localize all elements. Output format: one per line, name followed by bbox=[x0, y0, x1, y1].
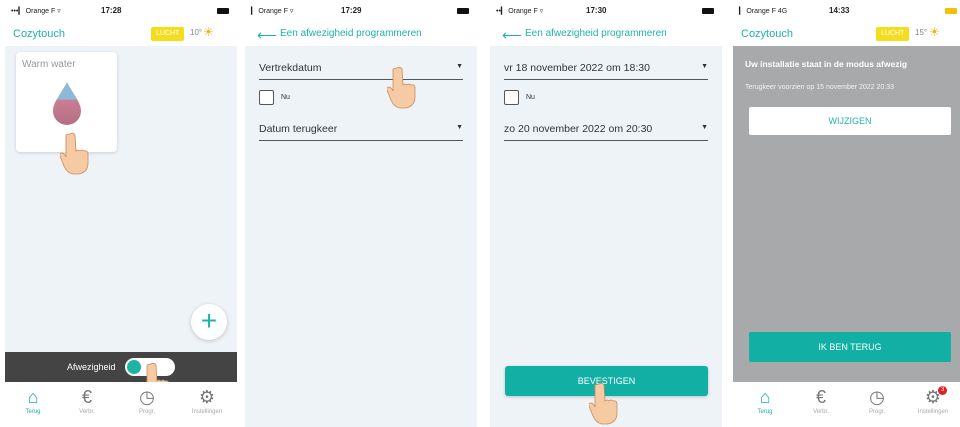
status-bar: ••▎ Orange F ▿ 17:30 bbox=[490, 0, 722, 22]
chevron-down-icon: ▼ bbox=[456, 124, 463, 131]
now-label: Nu bbox=[281, 94, 290, 101]
euro-icon: € bbox=[81, 387, 92, 407]
away-message: Uw installatie staat in de modus afwezig bbox=[745, 59, 908, 69]
page-title: Een afwezigheid programmeren bbox=[280, 28, 422, 39]
nav-label: Verbr. bbox=[79, 409, 95, 415]
nav-progr[interactable]: ◷ Progr. bbox=[853, 386, 901, 415]
departure-date-select[interactable]: vr 18 november 2022 om 18:30 ▼ bbox=[504, 58, 708, 80]
schedule-form: Vertrekdatum ▼ Nu Datum terugkeer ▼ bbox=[245, 46, 477, 427]
return-date-value: zo 20 november 2022 om 20:30 bbox=[504, 123, 653, 135]
return-date-value: Datum terugkeer bbox=[259, 123, 338, 135]
return-note: Terugkeer voorzien op 15 november 2022 2… bbox=[745, 84, 895, 91]
clock: 17:30 bbox=[586, 6, 607, 15]
hand-pointer-icon bbox=[387, 66, 416, 109]
clock: 14:33 bbox=[829, 6, 850, 15]
carrier-label: ▎ Orange F ▿ bbox=[251, 8, 294, 15]
clock-icon: ◷ bbox=[139, 387, 155, 407]
back-arrow-icon[interactable]: ⟵ bbox=[257, 27, 277, 44]
away-label: Afwezigheid bbox=[67, 362, 116, 372]
home-content: Warm water + Afwezigheid ⌂ Terug € Verbr… bbox=[5, 46, 237, 427]
departure-date-value: vr 18 november 2022 om 18:30 bbox=[504, 62, 650, 74]
return-date-select[interactable]: Datum terugkeer ▼ bbox=[259, 119, 463, 141]
now-checkbox[interactable] bbox=[259, 90, 274, 105]
chevron-down-icon: ▼ bbox=[701, 63, 708, 70]
schedule-form: vr 18 november 2022 om 18:30 ▼ Nu zo 20 … bbox=[490, 46, 722, 427]
nav-verbr[interactable]: € Verbr. bbox=[63, 386, 111, 415]
bottom-nav: ⌂ Terug € Verbr. ◷ Progr. ⚙ 3 Instelling… bbox=[733, 382, 960, 427]
app-header: Cozytouch LUCHT 10° ☀ bbox=[5, 22, 237, 46]
notification-badge: 3 bbox=[938, 386, 947, 395]
hand-pointer-icon bbox=[589, 382, 618, 425]
battery-icon bbox=[945, 8, 957, 14]
bottom-nav: ⌂ Terug € Verbr. ◷ Progr. ⚙ Instellingen bbox=[5, 382, 237, 427]
app-header: ⟵ Een afwezigheid programmeren bbox=[490, 22, 722, 46]
sun-cloud-icon: ☀ bbox=[203, 25, 214, 39]
now-label: Nu bbox=[526, 94, 535, 101]
screen-away-mode: ▎ Orange F 4G 14:33 Cozytouch LUCHT 15° … bbox=[733, 0, 960, 427]
nav-terug[interactable]: ⌂ Terug bbox=[9, 386, 57, 415]
home-icon: ⌂ bbox=[759, 387, 771, 407]
screen-schedule-filled: ••▎ Orange F ▿ 17:30 ⟵ Een afwezigheid p… bbox=[490, 0, 722, 427]
hand-pointer-icon bbox=[60, 132, 89, 175]
lucht-badge[interactable]: LUCHT bbox=[876, 27, 910, 41]
carrier-label: ••▎ Orange F ▿ bbox=[496, 8, 544, 15]
battery-icon bbox=[457, 8, 469, 14]
clock: 17:28 bbox=[101, 6, 122, 15]
nav-progr[interactable]: ◷ Progr. bbox=[123, 386, 171, 415]
nav-label: Progr. bbox=[868, 409, 885, 415]
add-button[interactable]: + bbox=[191, 304, 227, 340]
app-header: ⟵ Een afwezigheid programmeren bbox=[245, 22, 477, 46]
app-title: Cozytouch bbox=[13, 28, 65, 40]
nav-label: Instellingen bbox=[917, 409, 949, 415]
away-bar: Afwezigheid bbox=[5, 352, 237, 382]
home-icon: ⌂ bbox=[27, 387, 39, 407]
change-button[interactable]: WIJZIGEN bbox=[749, 107, 951, 135]
euro-icon: € bbox=[815, 387, 826, 407]
screen-schedule-empty: ▎ Orange F ▿ 17:29 ⟵ Een afwezigheid pro… bbox=[245, 0, 477, 427]
card-label: Warm water bbox=[22, 59, 76, 70]
status-bar: ▎ Orange F 4G 14:33 bbox=[733, 0, 960, 22]
outdoor-temp: 15° bbox=[915, 28, 928, 37]
now-checkbox[interactable] bbox=[504, 90, 519, 105]
nav-label: Terug bbox=[757, 409, 773, 415]
nav-label: Verbr. bbox=[813, 409, 829, 415]
nav-instellingen[interactable]: ⚙ Instellingen bbox=[183, 386, 231, 415]
screen-home: •••▎ Orange F ▿ 17:28 Cozytouch LUCHT 10… bbox=[5, 0, 237, 427]
battery-icon bbox=[217, 8, 229, 14]
carrier-label: •••▎ Orange F ▿ bbox=[11, 8, 61, 15]
back-arrow-icon[interactable]: ⟵ bbox=[502, 27, 522, 44]
app-title: Cozytouch bbox=[741, 28, 793, 40]
status-bar: ▎ Orange F ▿ 17:29 bbox=[245, 0, 477, 22]
nav-label: Terug bbox=[25, 409, 41, 415]
nav-label: Progr. bbox=[138, 409, 155, 415]
back-home-button[interactable]: IK BEN TERUG bbox=[749, 332, 951, 362]
battery-icon bbox=[702, 8, 714, 14]
nav-terug[interactable]: ⌂ Terug bbox=[741, 386, 789, 415]
water-drop-icon bbox=[53, 82, 81, 125]
clock: 17:29 bbox=[341, 6, 362, 15]
carrier-label: ▎ Orange F 4G bbox=[739, 8, 788, 15]
gear-icon: ⚙ bbox=[198, 387, 216, 407]
outdoor-temp: 10° bbox=[190, 28, 203, 37]
sun-cloud-icon: ☀ bbox=[929, 25, 940, 39]
status-bar: •••▎ Orange F ▿ 17:28 bbox=[5, 0, 237, 22]
gear-icon: ⚙ bbox=[924, 387, 942, 407]
page-title: Een afwezigheid programmeren bbox=[525, 28, 667, 39]
departure-date-value: Vertrekdatum bbox=[259, 62, 322, 74]
nav-label: Instellingen bbox=[191, 409, 223, 415]
departure-date-select[interactable]: Vertrekdatum ▼ bbox=[259, 58, 463, 80]
return-date-select[interactable]: zo 20 november 2022 om 20:30 ▼ bbox=[504, 119, 708, 141]
lucht-badge[interactable]: LUCHT bbox=[151, 27, 185, 41]
clock-icon: ◷ bbox=[869, 387, 885, 407]
chevron-down-icon: ▼ bbox=[701, 124, 708, 131]
app-header: Cozytouch LUCHT 15° ☀ bbox=[733, 22, 960, 46]
chevron-down-icon: ▼ bbox=[456, 63, 463, 70]
toggle-knob bbox=[127, 360, 141, 374]
nav-instellingen[interactable]: ⚙ 3 Instellingen bbox=[909, 386, 957, 415]
away-content: Uw installatie staat in de modus afwezig… bbox=[733, 46, 960, 427]
nav-verbr[interactable]: € Verbr. bbox=[797, 386, 845, 415]
